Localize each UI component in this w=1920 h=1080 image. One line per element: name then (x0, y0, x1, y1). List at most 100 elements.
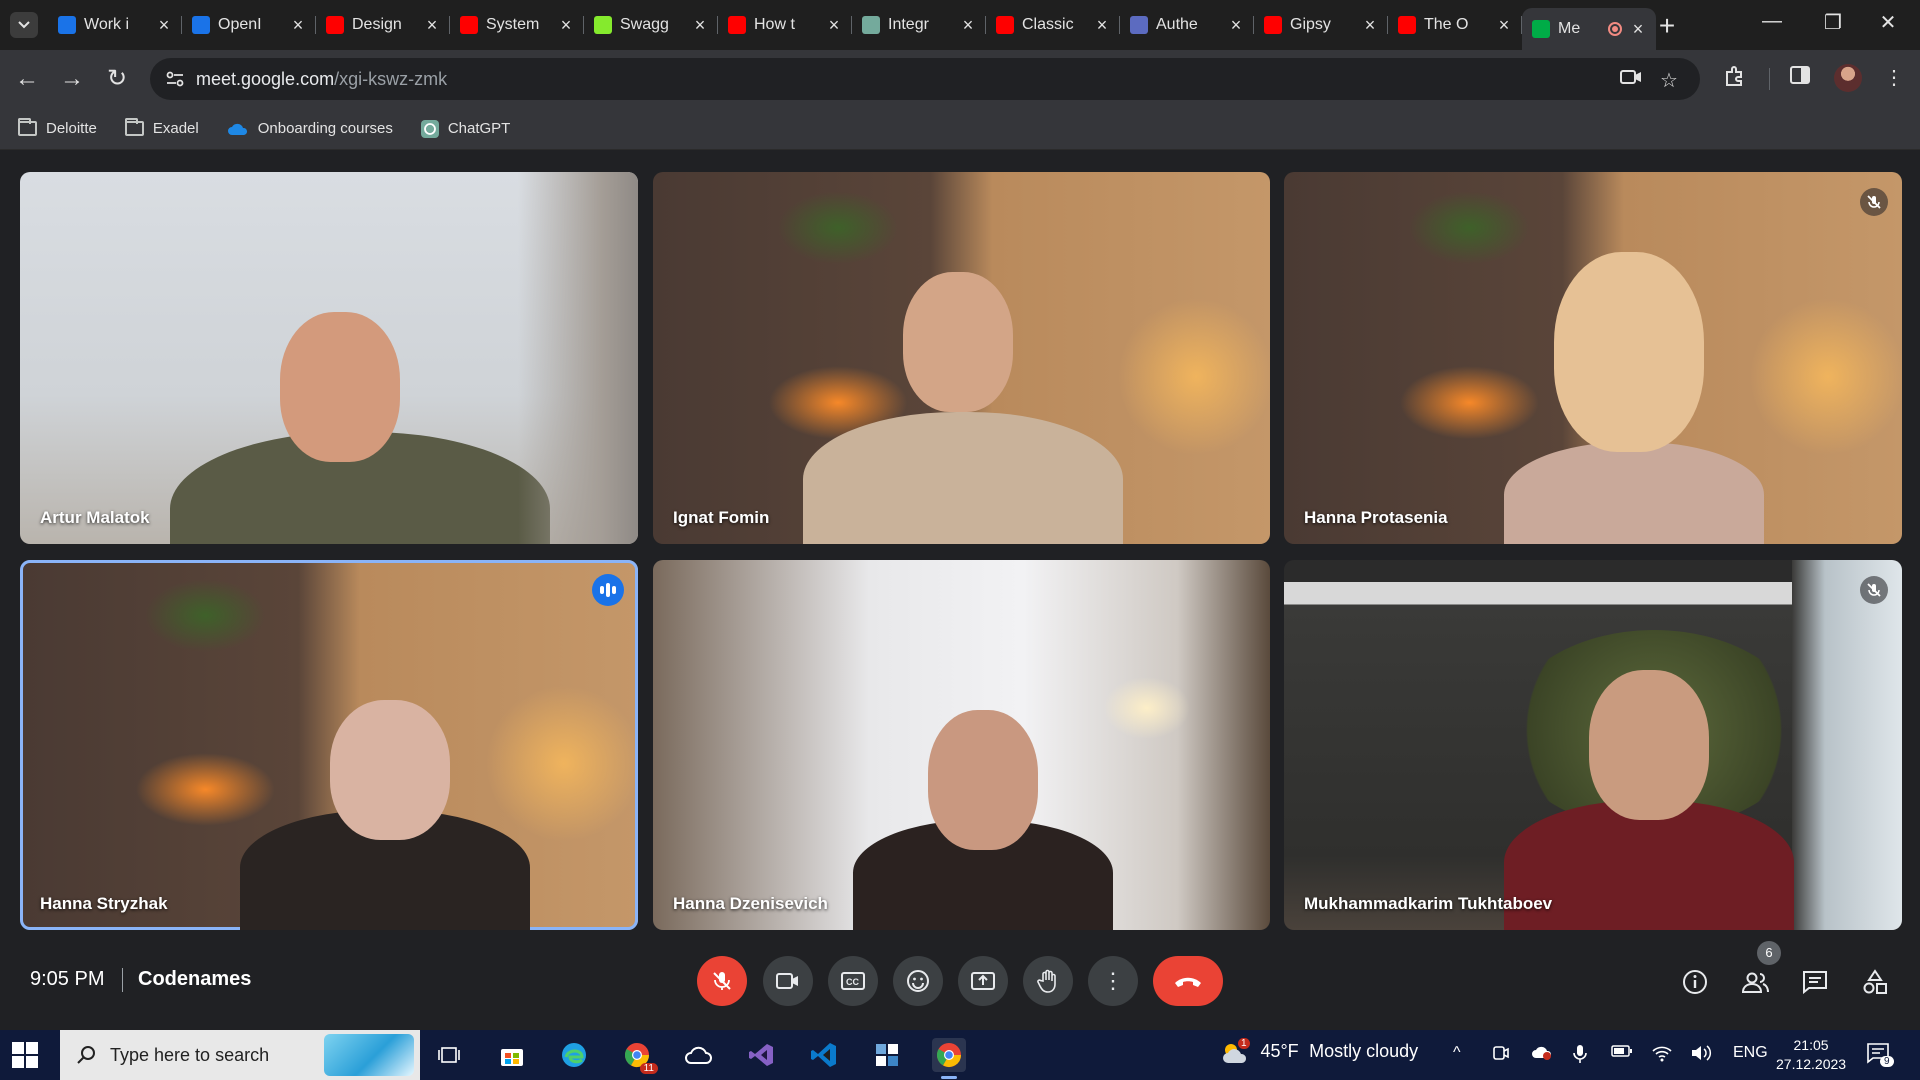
forward-button[interactable]: → (57, 64, 87, 94)
close-tab-icon[interactable]: × (1496, 15, 1512, 36)
captions-button[interactable]: CC (828, 956, 878, 1006)
toolbar-divider (1769, 68, 1770, 90)
bookmark-star-icon[interactable]: ☆ (1660, 68, 1678, 93)
onedrive-sync-icon[interactable] (1532, 1044, 1552, 1065)
copilot-icon[interactable] (682, 1038, 716, 1072)
close-tab-icon[interactable]: × (692, 15, 708, 36)
browser-tab[interactable]: Authe × (1120, 8, 1254, 42)
bookmark-exadel[interactable]: Exadel (124, 118, 199, 137)
site-info-icon[interactable] (164, 68, 186, 90)
tab-search-button[interactable] (10, 12, 38, 38)
taskbar-clock[interactable]: 21:05 27.12.2023 (1776, 1036, 1846, 1074)
browser-tab[interactable]: The O × (1388, 8, 1522, 42)
chatgpt-icon (862, 16, 880, 34)
bookmark-chatgpt[interactable]: ChatGPT (420, 119, 511, 138)
participant-video (803, 272, 1123, 544)
url-path: /xgi-kswz-zmk (334, 69, 448, 89)
show-hidden-icons-chevron[interactable]: ^ (1453, 1044, 1461, 1062)
task-view-icon[interactable] (432, 1038, 466, 1072)
participant-tile[interactable]: Hanna Dzenisevich (653, 560, 1270, 930)
camera-toggle-button[interactable] (763, 956, 813, 1006)
bookmark-deloitte[interactable]: Deloitte (18, 118, 97, 137)
present-icon (971, 972, 995, 990)
side-panel-icon[interactable] (1790, 65, 1810, 91)
info-icon (1683, 970, 1707, 994)
start-button[interactable] (12, 1042, 38, 1068)
wifi-icon[interactable] (1651, 1044, 1673, 1067)
teams-app-icon[interactable] (870, 1038, 904, 1072)
participant-tile[interactable]: Artur Malatok (20, 172, 638, 544)
close-tab-icon[interactable]: × (1362, 15, 1378, 36)
close-tab-icon[interactable]: × (156, 15, 172, 36)
browser-tab[interactable]: Swagg × (584, 8, 718, 42)
chat-button[interactable] (1797, 964, 1833, 1000)
browser-tab[interactable]: Design × (316, 8, 450, 42)
browser-tab[interactable]: OpenI × (182, 8, 316, 42)
camera-in-use-icon[interactable] (1620, 68, 1642, 92)
notification-center-icon[interactable]: 9 (1866, 1042, 1894, 1069)
close-window-button[interactable]: ✕ (1868, 10, 1908, 35)
browser-tab[interactable]: Classic × (986, 8, 1120, 42)
minimize-button[interactable]: — (1752, 10, 1792, 33)
people-count-badge: 6 (1757, 941, 1781, 965)
participant-tile[interactable]: Mukhammadkarim Tukhtaboev (1284, 560, 1902, 930)
browser-tab[interactable]: How t × (718, 8, 852, 42)
hang-up-icon (1175, 977, 1201, 987)
bookmark-label: ChatGPT (447, 120, 511, 137)
tab-title: The O (1424, 16, 1469, 33)
tab-title: Swagg (620, 16, 669, 33)
close-tab-icon[interactable]: × (960, 15, 976, 36)
more-options-button[interactable]: ⋮ (1088, 956, 1138, 1006)
battery-icon[interactable] (1611, 1044, 1633, 1063)
participant-tile[interactable]: Hanna Stryzhak (20, 560, 638, 930)
participant-name: Ignat Fomin (673, 508, 770, 527)
browser-tab[interactable]: Gipsy × (1254, 8, 1388, 42)
tab-strip: Work i × OpenI × Design × System × Swagg × How t × I… (0, 0, 1920, 50)
present-screen-button[interactable] (958, 956, 1008, 1006)
participant-tile[interactable]: Ignat Fomin (653, 172, 1270, 544)
close-tab-icon[interactable]: × (424, 15, 440, 36)
reload-button[interactable]: ↻ (102, 64, 132, 94)
microphone-tray-icon[interactable] (1573, 1044, 1587, 1069)
microphone-toggle-button[interactable] (697, 956, 747, 1006)
close-tab-icon[interactable]: × (1094, 15, 1110, 36)
taskbar-search-box[interactable]: Type here to search (60, 1030, 420, 1080)
language-indicator[interactable]: ENG (1733, 1044, 1768, 1062)
new-tab-button[interactable]: + (1652, 10, 1682, 42)
people-button[interactable] (1737, 964, 1773, 1000)
clock-date: 27.12.2023 (1776, 1056, 1847, 1072)
edge-icon[interactable] (557, 1038, 591, 1072)
visual-studio-icon[interactable] (745, 1038, 779, 1072)
meeting-details-button[interactable] (1677, 964, 1713, 1000)
weather-widget[interactable]: 1 45°F Mostly cloudy (1220, 1038, 1418, 1066)
profile-avatar[interactable] (1834, 64, 1862, 92)
close-tab-icon[interactable]: × (558, 15, 574, 36)
close-tab-icon[interactable]: × (826, 15, 842, 36)
bookmark-onboarding-courses[interactable]: Onboarding courses (227, 120, 393, 137)
close-tab-icon[interactable]: × (1630, 19, 1646, 40)
chrome-menu-icon[interactable]: ⋮ (1884, 65, 1904, 90)
chrome-app-badge-icon[interactable]: 11 (620, 1038, 658, 1074)
activities-button[interactable] (1857, 964, 1893, 1000)
browser-tab[interactable]: Me × (1522, 8, 1656, 50)
browser-tab[interactable]: Integr × (852, 8, 986, 42)
back-button[interactable]: ← (12, 64, 42, 94)
extensions-icon[interactable] (1724, 65, 1746, 93)
restore-button[interactable]: ❐ (1813, 10, 1853, 35)
meet-now-icon[interactable] (1492, 1044, 1510, 1067)
reactions-button[interactable] (893, 956, 943, 1006)
participant-tile[interactable]: Hanna Protasenia (1284, 172, 1902, 544)
participant-video (853, 710, 1113, 930)
close-tab-icon[interactable]: × (1228, 15, 1244, 36)
microsoft-store-icon[interactable] (495, 1038, 529, 1072)
browser-tab[interactable]: Work i × (48, 8, 182, 42)
raise-hand-button[interactable] (1023, 956, 1073, 1006)
close-tab-icon[interactable]: × (290, 15, 306, 36)
leave-call-button[interactable] (1153, 956, 1223, 1006)
address-bar[interactable]: meet.google.com/xgi-kswz-zmk ☆ (150, 58, 1700, 100)
chrome-taskbar-icon[interactable] (932, 1038, 966, 1079)
participant-name: Hanna Stryzhak (40, 894, 168, 913)
browser-tab[interactable]: System × (450, 8, 584, 42)
volume-icon[interactable] (1690, 1044, 1712, 1067)
vscode-icon[interactable] (807, 1038, 841, 1072)
